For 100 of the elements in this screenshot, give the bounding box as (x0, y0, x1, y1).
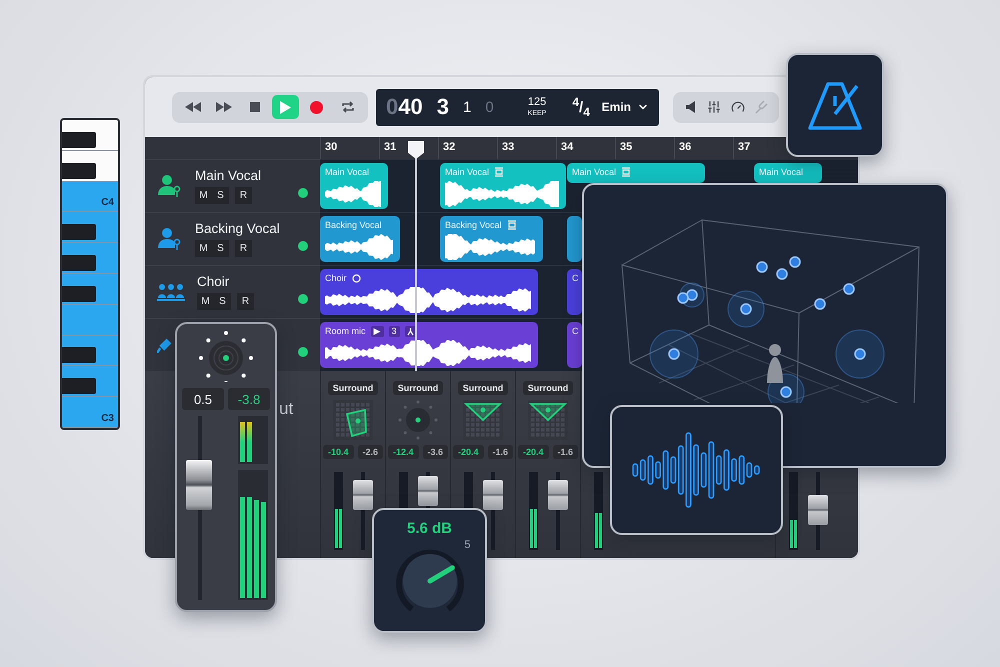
nodes-icon (404, 326, 416, 336)
waveform (325, 181, 381, 207)
track-toggle-button[interactable]: S (212, 240, 229, 257)
bar-number: 34 (556, 137, 615, 159)
clip-label: C (572, 326, 578, 336)
clip-label: Room mic (325, 326, 366, 336)
stop-icon (250, 102, 260, 112)
loop-icon (506, 220, 517, 230)
audio-clip[interactable]: C (567, 322, 582, 368)
track-toggle-button[interactable]: R (235, 240, 252, 257)
circle-icon (352, 274, 361, 282)
position-digits: 40 (398, 94, 423, 120)
channel-value: -2.6 (358, 445, 384, 459)
fader-handle[interactable] (353, 480, 373, 510)
position-digits: 3 (436, 94, 449, 120)
fader-handle[interactable] (548, 480, 568, 510)
piano-key[interactable]: C3 (62, 397, 118, 428)
position-digits: 0 (485, 98, 494, 116)
record-icon (310, 100, 323, 114)
piano-key[interactable] (62, 150, 118, 182)
key-label: C3 (101, 412, 114, 424)
panner-icon (198, 330, 254, 382)
track-toggle-button[interactable]: S (214, 293, 231, 310)
clip-badge: ▶ (370, 326, 384, 336)
piano-key[interactable] (62, 366, 118, 398)
fader-handle[interactable] (483, 480, 503, 510)
key-dropdown[interactable]: Emin (602, 100, 649, 114)
piano-key[interactable] (62, 212, 118, 244)
track-toggle-button[interactable]: R (235, 187, 252, 204)
bar-number: 32 (438, 137, 497, 159)
clip-label: Main Vocal (572, 167, 616, 177)
channel-label: Surround (392, 381, 444, 395)
playhead[interactable] (408, 141, 424, 371)
clip-badge: 3 (388, 326, 400, 336)
clip-label: Main Vocal (325, 167, 370, 177)
audio-clip[interactable] (567, 216, 582, 262)
channel-label: Surround (522, 381, 574, 395)
piano-key[interactable] (62, 243, 118, 274)
bar-number: 36 (674, 137, 733, 159)
audio-clip[interactable]: Choir (320, 269, 538, 315)
channel-value: -10.4 (322, 445, 354, 459)
piano-key[interactable] (62, 336, 118, 366)
channel-value: -20.4 (518, 445, 548, 459)
track-name: Main Vocal (195, 168, 262, 183)
panner-icon (333, 400, 373, 440)
level-meter (238, 416, 268, 464)
knob-value: 5.6 dB (406, 520, 452, 537)
pan-value: 0.5 (182, 388, 224, 410)
key-label: C4 (101, 197, 114, 208)
channel-label: Surround (458, 381, 508, 395)
track-toggle-button[interactable]: S (212, 187, 229, 204)
rewind-icon (184, 102, 200, 112)
time-signature: $^{4}$/$_{4}$ (572, 95, 590, 119)
audio-clip[interactable]: C (567, 269, 582, 315)
fader-handle[interactable] (808, 495, 828, 525)
piano-key[interactable] (62, 274, 118, 305)
gain-value: -3.8 (228, 388, 270, 410)
loop-icon (494, 167, 504, 177)
fader-handle[interactable] (418, 476, 438, 506)
position-digits: 1 (462, 98, 472, 116)
piano-key[interactable]: C4 (62, 182, 118, 212)
track-toggle-button[interactable]: M (195, 187, 212, 204)
channel-value: -1.6 (552, 445, 578, 459)
loop-icon (340, 101, 354, 113)
track-name: Backing Vocal (195, 221, 281, 236)
panner-icon (528, 400, 568, 440)
knob-scale-label: 5 (464, 539, 470, 551)
piano-key[interactable] (62, 120, 118, 151)
group-icon (157, 281, 185, 303)
loop-icon (621, 167, 632, 177)
position-digits: 0 (386, 94, 398, 120)
track-toggle-button[interactable]: M (195, 240, 212, 257)
gauge-icon (731, 100, 745, 114)
clip-label: Backing Vocal (445, 220, 502, 230)
clip-label: Main Vocal (445, 167, 490, 177)
bar-number: 30 (320, 137, 379, 159)
fader-handle[interactable] (186, 460, 212, 510)
channel-value: -12.4 (388, 445, 418, 459)
channel-value: -1.6 (488, 445, 514, 459)
channel-value: -20.4 (452, 445, 484, 459)
microphone-icon (157, 337, 173, 353)
track-toggle-button[interactable]: M (197, 293, 214, 310)
fast-forward-icon (216, 102, 232, 112)
bar-number: 33 (497, 137, 556, 159)
singer-icon (157, 173, 183, 199)
output-label: ut (279, 399, 294, 418)
panner-icon (463, 400, 503, 440)
channel-label: Surround (328, 381, 378, 395)
clip-label: Backing Vocal (325, 220, 382, 230)
clip-label: Choir (325, 273, 347, 283)
panner-icon (398, 400, 438, 440)
clip-label: C (572, 273, 578, 283)
audio-clip[interactable]: Room mic ▶ 3 (320, 322, 538, 368)
play-icon (280, 100, 291, 114)
channel-value: -3.6 (422, 445, 448, 459)
waveform (325, 234, 393, 260)
track-toggle-button[interactable]: R (237, 293, 254, 310)
sliders-icon (707, 100, 721, 114)
clip-label: Main Vocal (759, 167, 804, 177)
bar-number: 35 (615, 137, 674, 159)
